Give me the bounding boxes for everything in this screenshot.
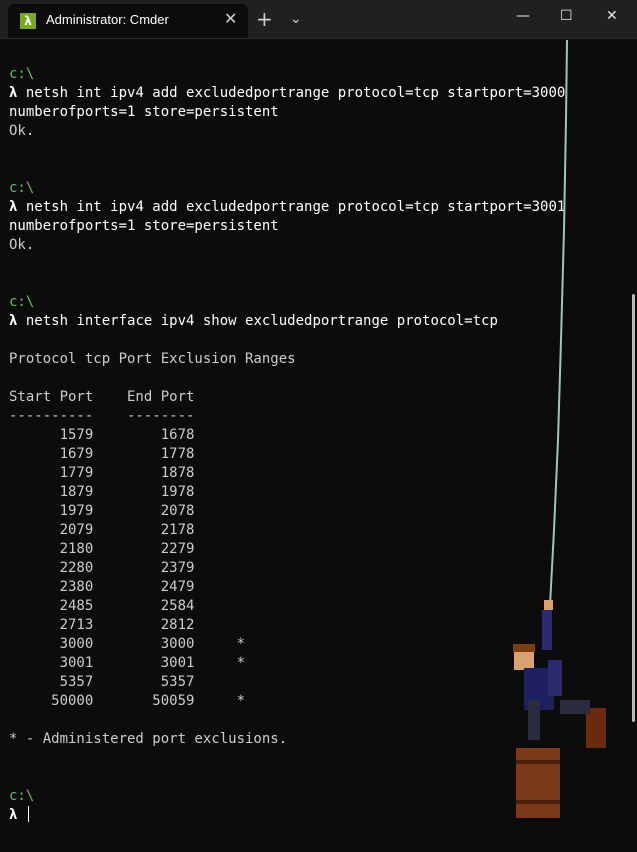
command-text: netsh int ipv4 add excludedportrange pro… <box>17 85 566 101</box>
table-rule: ---------- -------- <box>9 408 195 424</box>
table-row: 50000 50059 * <box>9 693 246 709</box>
table-row: 2280 2379 <box>9 560 195 576</box>
table-row: 1679 1778 <box>9 446 195 462</box>
prompt-path: c:\ <box>9 180 35 196</box>
tab-title: Administrator: Cmder <box>46 12 169 27</box>
command-line: λ netsh int ipv4 add excludedportrange p… <box>9 84 565 103</box>
table-row: 1579 1678 <box>9 427 195 443</box>
prompt-path: c:\ <box>9 294 35 310</box>
table-row: 3000 3000 * <box>9 636 246 652</box>
table-row: 2180 2279 <box>9 541 195 557</box>
prompt-path: c:\ <box>9 788 35 804</box>
table-row: 3001 3001 * <box>9 655 246 671</box>
cmder-lambda-icon: λ <box>20 13 36 29</box>
table-row: 2079 2178 <box>9 522 195 538</box>
tab-close-icon[interactable]: ✕ <box>224 9 237 28</box>
command-continuation: numberofports=1 store=persistent <box>9 104 279 120</box>
new-tab-button[interactable]: + <box>256 8 273 30</box>
table-row: 2713 2812 <box>9 617 195 633</box>
prompt-path: c:\ <box>9 66 35 82</box>
terminal-tab[interactable]: λ Administrator: Cmder ✕ <box>8 4 248 38</box>
scrollbar[interactable] <box>632 294 635 722</box>
table-row: 2380 2479 <box>9 579 195 595</box>
current-prompt[interactable]: λ <box>9 806 29 825</box>
output-ok: Ok. <box>9 123 35 139</box>
command-text: netsh interface ipv4 show excludedportra… <box>17 313 498 329</box>
command-continuation: numberofports=1 store=persistent <box>9 218 279 234</box>
command-line: λ netsh int ipv4 add excludedportrange p… <box>9 198 565 217</box>
minimize-button[interactable]: — <box>516 8 530 24</box>
text-cursor <box>27 806 29 822</box>
output-heading: Protocol tcp Port Exclusion Ranges <box>9 351 296 367</box>
command-line: λ netsh interface ipv4 show excludedport… <box>9 312 498 331</box>
command-text: netsh int ipv4 add excludedportrange pro… <box>17 199 566 215</box>
close-window-button[interactable]: ✕ <box>606 8 618 24</box>
table-row: 1779 1878 <box>9 465 195 481</box>
table-row: 1979 2078 <box>9 503 195 519</box>
table-row: 5357 5357 <box>9 674 195 690</box>
maximize-button[interactable]: ☐ <box>560 8 573 24</box>
footnote: * - Administered port exclusions. <box>9 731 288 747</box>
title-bar: λ Administrator: Cmder ✕ + ⌄ — ☐ ✕ <box>0 0 637 39</box>
output-ok: Ok. <box>9 237 35 253</box>
lambda-prompt: λ <box>9 807 18 823</box>
table-row: 2485 2584 <box>9 598 195 614</box>
table-row: 1879 1978 <box>9 484 195 500</box>
terminal-output[interactable]: c:\ λ netsh int ipv4 add excludedportran… <box>0 38 637 852</box>
table-header: Start Port End Port <box>9 389 195 405</box>
tab-dropdown-button[interactable]: ⌄ <box>290 8 302 30</box>
